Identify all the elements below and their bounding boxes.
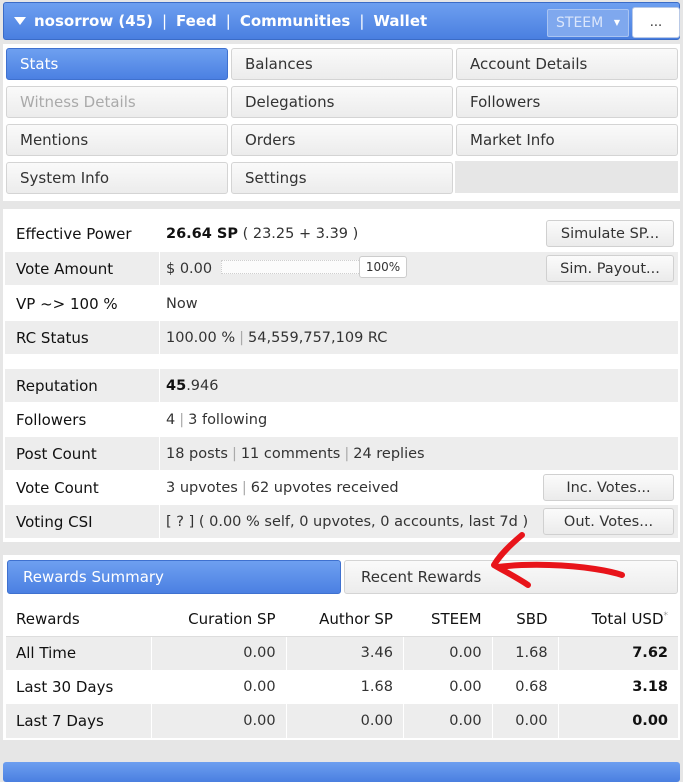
column-header: Total USD* <box>557 602 678 637</box>
rc-status-row: RC Status 100.00 % | 54,559,757,109 RC <box>5 321 678 354</box>
table-row: Last 7 Days 0.00 0.00 0.00 0.00 0.00 <box>6 704 678 738</box>
followers-row: Followers 4 | 3 following <box>5 403 678 436</box>
header-separator: | <box>225 12 231 30</box>
column-header: Curation SP <box>151 602 287 637</box>
tab-stats[interactable]: Stats <box>6 48 228 80</box>
simulate-sp-button[interactable]: Simulate SP... <box>546 220 674 247</box>
tab-delegations[interactable]: Delegations <box>231 86 453 118</box>
inc-votes-button[interactable]: Inc. Votes... <box>543 474 674 501</box>
vp-row: VP ~> 100 % Now <box>5 287 678 320</box>
table-row: All Time 0.00 3.46 0.00 1.68 7.62 <box>6 636 678 670</box>
tab-orders[interactable]: Orders <box>231 124 453 156</box>
table-row: Last 30 Days 0.00 1.68 0.00 0.68 3.18 <box>6 670 678 704</box>
column-header: SBD <box>491 602 559 637</box>
effective-power-label: Effective Power <box>16 224 132 243</box>
stats-panel: Effective Power 26.64 SP ( 23.25 + 3.39 … <box>3 209 680 542</box>
caret-down-icon: ▼ <box>613 18 620 27</box>
reputation-row: Reputation 45.946 <box>5 369 678 402</box>
vote-weight-slider-handle[interactable]: 100% <box>359 256 407 278</box>
tab-market-info[interactable]: Market Info <box>456 124 678 156</box>
annotation-arrow-icon <box>491 532 625 588</box>
post-count-label: Post Count <box>16 444 97 463</box>
voting-csi-value: [ ? ] ( 0.00 % self, 0 upvotes, 0 accoun… <box>166 513 529 530</box>
account-link[interactable]: nosorrow (45) <box>34 12 153 30</box>
tab-witness-details[interactable]: Witness Details <box>6 86 228 118</box>
followers-label: Followers <box>16 410 87 429</box>
rewards-table: Rewards Curation SP Author SP STEEM SBD … <box>6 602 678 738</box>
vote-amount-value: $ 0.00 <box>166 260 213 277</box>
tab-mentions[interactable]: Mentions <box>6 124 228 156</box>
vote-count-label: Vote Count <box>16 478 99 497</box>
rewards-table-header: Rewards Curation SP Author SP STEEM SBD … <box>6 602 678 637</box>
tab-empty-slot <box>455 161 678 193</box>
currency-select[interactable]: STEEM ▼ <box>547 9 629 37</box>
communities-link[interactable]: Communities <box>240 12 351 30</box>
feed-link[interactable]: Feed <box>176 12 217 30</box>
header-separator: | <box>359 12 365 30</box>
column-header: Author SP <box>285 602 404 637</box>
next-section-header[interactable] <box>3 762 680 782</box>
tab-system-info[interactable]: System Info <box>6 162 228 194</box>
post-count-value: 18 posts | 11 comments | 24 replies <box>166 445 425 462</box>
vote-count-row: Vote Count 3 upvotes | 62 upvotes received… <box>5 471 678 504</box>
tab-account-details[interactable]: Account Details <box>456 48 678 80</box>
tab-settings[interactable]: Settings <box>231 162 453 194</box>
tab-followers[interactable]: Followers <box>456 86 678 118</box>
tab-rewards-summary[interactable]: Rewards Summary <box>7 560 341 594</box>
reputation-label: Reputation <box>16 376 98 395</box>
vote-count-value: 3 upvotes | 62 upvotes received <box>166 479 399 496</box>
effective-power-value: 26.64 SP ( 23.25 + 3.39 ) <box>166 225 359 242</box>
top-header: nosorrow (45) | Feed | Communities | Wal… <box>3 2 680 40</box>
currency-select-value: STEEM <box>556 15 604 31</box>
vote-weight-slider[interactable] <box>221 260 361 274</box>
reputation-value: 45.946 <box>166 377 219 394</box>
vote-amount-row: Vote Amount $ 0.00 100% Sim. Payout... <box>5 252 678 285</box>
tabs-panel: Stats Balances Account Details Witness D… <box>3 44 680 201</box>
collapse-triangle-icon[interactable] <box>14 17 26 25</box>
effective-power-row: Effective Power 26.64 SP ( 23.25 + 3.39 … <box>5 217 678 250</box>
rc-status-label: RC Status <box>16 328 89 347</box>
rc-status-value: 100.00 % | 54,559,757,109 RC <box>166 329 388 346</box>
post-count-row: Post Count 18 posts | 11 comments | 24 repli… <box>5 437 678 470</box>
sim-payout-button[interactable]: Sim. Payout... <box>546 255 674 282</box>
tab-balances[interactable]: Balances <box>231 48 453 80</box>
followers-value: 4 | 3 following <box>166 411 268 428</box>
column-header: STEEM <box>402 602 493 637</box>
wallet-link[interactable]: Wallet <box>373 12 427 30</box>
column-header: Rewards <box>6 602 152 637</box>
more-button[interactable]: ... <box>632 7 680 38</box>
vp-value: Now <box>166 295 198 312</box>
vote-amount-label: Vote Amount <box>16 259 114 278</box>
vp-label: VP ~> 100 % <box>16 294 118 313</box>
voting-csi-label: Voting CSI <box>16 512 93 531</box>
header-separator: | <box>161 12 168 30</box>
